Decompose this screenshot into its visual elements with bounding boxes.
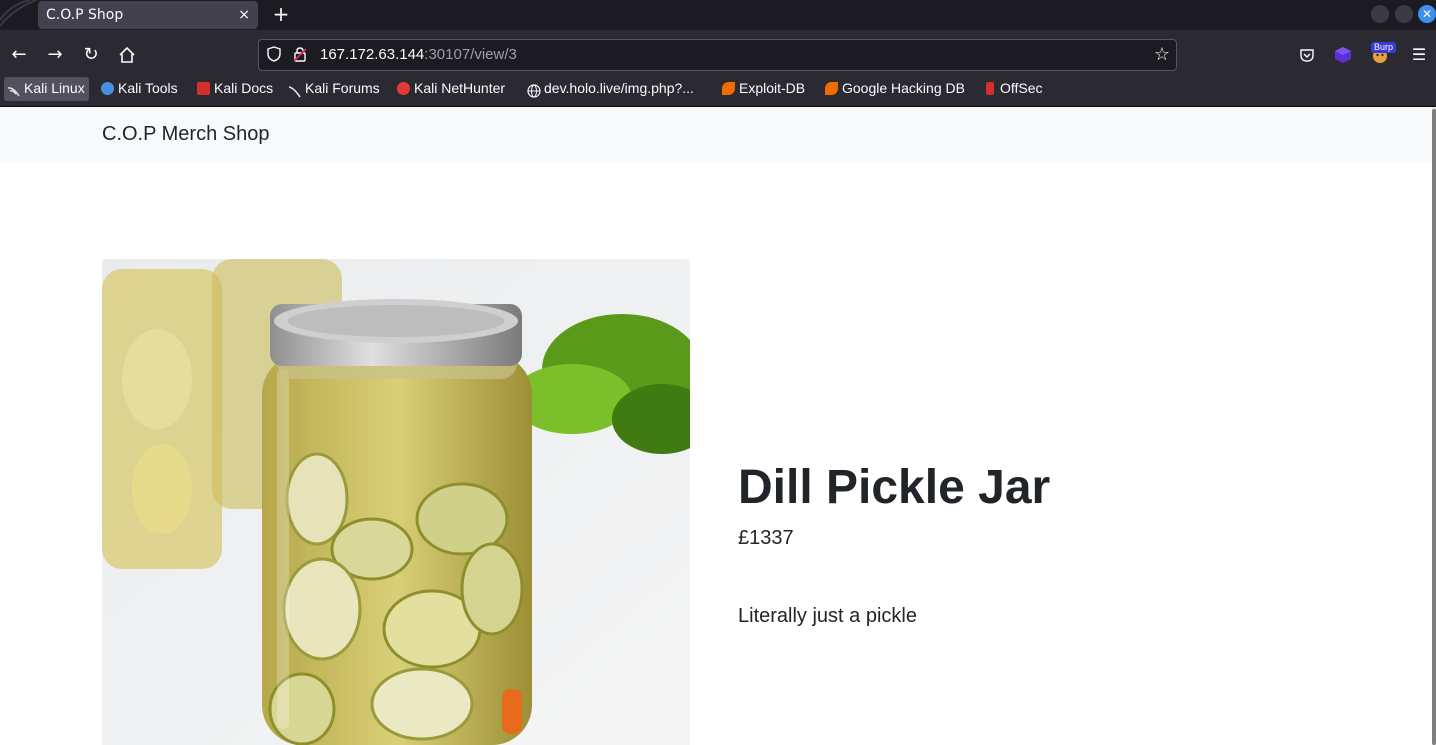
minimize-button[interactable] (1371, 5, 1389, 23)
close-window-button[interactable]: ✕ (1418, 5, 1436, 23)
reload-icon[interactable]: ↻ (80, 44, 102, 66)
offsec-icon (986, 82, 994, 95)
url-text[interactable]: 167.172.63.144:30107/view/3 (320, 40, 517, 70)
home-icon[interactable] (116, 44, 138, 66)
bookmarks-toolbar: Kali Linux Kali Tools Kali Docs Kali For… (0, 77, 1436, 107)
bookmark-kali-forums[interactable]: Kali Forums (285, 77, 380, 101)
burp-badge: Burp (1371, 42, 1397, 53)
nethunter-icon (397, 82, 410, 95)
kali-icon (7, 82, 20, 97)
shop-brand-link[interactable]: C.O.P Merch Shop (102, 123, 269, 146)
extension-cube-icon[interactable] (1332, 44, 1354, 66)
maximize-button[interactable] (1395, 5, 1413, 23)
ghdb-icon (825, 82, 838, 95)
product-price: £1337 (738, 527, 794, 549)
tab-cop-shop[interactable]: C.O.P Shop × (38, 1, 258, 29)
navigation-toolbar: ← → ↻ 167.172.63.144:30107/view/3 ☆ ☰ (0, 30, 1436, 80)
scrollbar-thumb[interactable] (1432, 109, 1436, 745)
bookmark-kali-linux[interactable]: Kali Linux (4, 77, 89, 101)
new-tab-button[interactable]: + (270, 0, 292, 30)
bookmark-exploit-db[interactable]: Exploit-DB (719, 77, 805, 101)
bookmark-kali-tools[interactable]: Kali Tools (98, 77, 178, 101)
product-description: Literally just a pickle (738, 605, 917, 627)
hamburger-menu-icon[interactable]: ☰ (1408, 44, 1430, 66)
exploit-db-icon (722, 82, 735, 95)
shop-navbar: C.O.P Merch Shop (0, 107, 1432, 162)
shield-icon[interactable] (265, 46, 283, 64)
bookmark-star-icon[interactable]: ☆ (1154, 44, 1170, 66)
insecure-lock-icon[interactable] (291, 46, 309, 64)
address-bar[interactable]: 167.172.63.144:30107/view/3 ☆ (258, 39, 1177, 71)
kali-tools-icon (101, 82, 114, 95)
tab-strip: C.O.P Shop × + ✕ (0, 0, 1436, 30)
product-title: Dill Pickle Jar (738, 461, 1051, 514)
kali-dragon-decoration (0, 0, 37, 27)
bookmark-kali-docs[interactable]: Kali Docs (194, 77, 273, 101)
kali-docs-icon (197, 82, 210, 95)
tab-title: C.O.P Shop (46, 7, 124, 23)
pocket-icon[interactable] (1296, 44, 1318, 66)
kali-forums-icon (288, 82, 301, 98)
bookmark-kali-nethunter[interactable]: Kali NetHunter (394, 77, 505, 101)
bookmark-google-hacking-db[interactable]: Google Hacking DB (822, 77, 965, 101)
back-arrow-icon[interactable]: ← (8, 44, 30, 66)
globe-icon (527, 82, 541, 98)
url-host: 167.172.63.144 (320, 46, 425, 63)
forward-arrow-icon[interactable]: → (44, 44, 66, 66)
close-tab-icon[interactable]: × (238, 1, 250, 29)
page-viewport: C.O.P Merch Shop Dill Pickle Jar £1337 L… (0, 107, 1436, 745)
pickle-jar-image (102, 259, 690, 745)
bookmark-offsec[interactable]: OffSec (980, 77, 1043, 101)
bookmark-dev-holo-live[interactable]: dev.holo.live/img.php?... (524, 77, 694, 101)
url-path: :30107/view/3 (424, 46, 517, 63)
page-scrollbar[interactable] (1432, 107, 1436, 745)
